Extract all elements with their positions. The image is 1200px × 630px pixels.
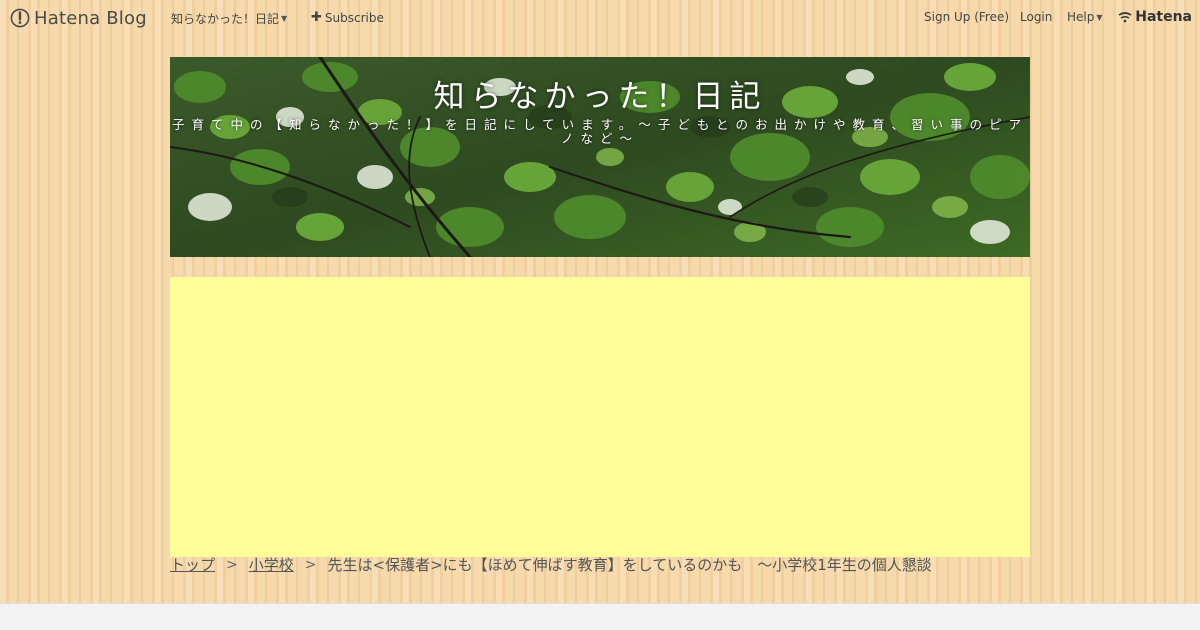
ad-placeholder (170, 277, 1030, 557)
blog-description: 子育て中の【知らなかった！】を日記にしています。～子どもとのお出かけや教育、習い… (171, 117, 1028, 146)
breadcrumb-current-page: 先生は<保護者>にも【ほめて伸ばす教育】をしているのかも ～小学校1年生の個人懇… (327, 556, 932, 574)
login-link[interactable]: Login (1020, 10, 1052, 24)
blog-menu-label: 知らなかった！日記 (171, 12, 280, 26)
breadcrumb-category-link[interactable]: 小学校 (249, 554, 294, 575)
breadcrumb-separator: > (304, 556, 317, 573)
caret-down-icon: ▼ (1096, 12, 1103, 22)
blog-menu-dropdown[interactable]: 知らなかった！日記 ▼ (171, 10, 287, 27)
page-bottom-strip (0, 603, 1200, 630)
hatena-brand-icon (1118, 12, 1132, 23)
plus-icon: ✚ (311, 10, 322, 25)
breadcrumb: トップ > 小学校 > 先生は<保護者>にも【ほめて伸ばす教育】をしているのかも… (170, 554, 1070, 575)
subscribe-button[interactable]: ✚ Subscribe (311, 10, 384, 25)
hatena-brand-label: Hatena (1135, 9, 1192, 25)
blog-header: 知らなかった！日記 子育て中の【知らなかった！】を日記にしています。～子どもとの… (170, 57, 1030, 257)
caret-down-icon: ▼ (281, 14, 288, 23)
hatena-brand-link[interactable]: Hatena (1118, 9, 1192, 25)
subscribe-label: Subscribe (324, 10, 384, 25)
hatena-blog-logo-icon (10, 8, 30, 28)
help-dropdown[interactable]: Help ▼ (1067, 10, 1103, 24)
global-header: Hatena Blog 知らなかった！日記 ▼ ✚ Subscribe Sign… (0, 0, 1200, 36)
help-label: Help (1067, 10, 1095, 24)
logo-text: Hatena Blog (34, 7, 147, 29)
blog-title-link[interactable]: 知らなかった！日記 (170, 71, 1030, 116)
breadcrumb-top-link[interactable]: トップ (170, 554, 215, 575)
breadcrumb-separator: > (226, 556, 238, 573)
signup-link[interactable]: Sign Up (Free) (924, 10, 1009, 24)
hatena-blog-logo[interactable]: Hatena Blog (10, 7, 147, 29)
signup-label: Sign Up (Free) (924, 10, 1010, 24)
login-label: Login (1020, 10, 1053, 24)
